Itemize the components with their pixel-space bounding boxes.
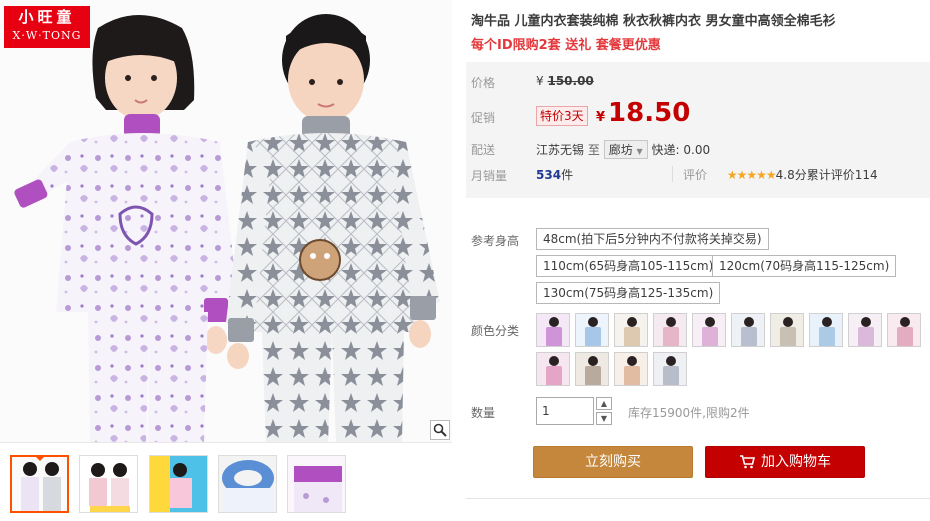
thumbnail-image	[150, 456, 207, 512]
swatch-image	[537, 314, 569, 346]
thumbnail-5[interactable]	[287, 455, 346, 513]
swatch-image	[615, 353, 647, 385]
shipping-fee: 快递: 0.00	[651, 143, 711, 157]
swatch-image	[849, 314, 881, 346]
size-option-130[interactable]: 130cm(75码身高125-135cm)	[536, 282, 721, 304]
color-swatch-4[interactable]	[653, 313, 687, 347]
brand-logo-cn: 小旺童	[18, 8, 76, 26]
zoom-button[interactable]	[430, 420, 450, 440]
color-swatch-10[interactable]	[887, 313, 921, 347]
swatch-image	[810, 314, 842, 346]
color-swatch-2[interactable]	[575, 313, 609, 347]
price-label: 价格	[471, 76, 496, 90]
brand-logo-en: X·W·TONG	[12, 29, 82, 42]
promo-price-value: 18.50	[608, 98, 691, 128]
thumbnail-2[interactable]	[79, 455, 138, 513]
color-swatch-14[interactable]	[653, 352, 687, 386]
thumbnail-strip	[0, 449, 452, 521]
color-swatch-6[interactable]	[731, 313, 765, 347]
thumbnail-image	[219, 456, 276, 512]
review-summary[interactable]: 评价 ★★★★★4.8分累计评价114	[683, 166, 878, 183]
original-price-value: 150.00	[547, 74, 594, 88]
swatch-image	[693, 314, 725, 346]
image-gallery: 小旺童 X·W·TONG	[0, 0, 452, 521]
product-subtitle: 每个ID限购2套 送礼 套餐更优惠	[471, 38, 661, 53]
size-option-48[interactable]: 48cm(拍下后5分钟内不付款将关掉交易)	[536, 228, 769, 250]
main-product-image[interactable]: 小旺童 X·W·TONG	[0, 0, 452, 443]
swatch-image	[888, 314, 920, 346]
sales-count: 534	[536, 168, 562, 182]
shipping-info: 江苏无锡 至 廊坊 ▼ 快递: 0.00	[536, 140, 710, 159]
promo-label: 促销	[471, 111, 496, 125]
sales-unit: 件	[561, 168, 574, 182]
swatch-image	[654, 353, 686, 385]
sales-label: 月销量	[471, 169, 508, 183]
original-price: ¥ 150.00	[536, 74, 594, 88]
color-swatch-3[interactable]	[614, 313, 648, 347]
color-swatch-7[interactable]	[770, 313, 804, 347]
thumbnail-image	[12, 457, 67, 511]
product-title: 淘牛品 儿童内衣套装纯棉 秋衣秋裤内衣 男女童中高领全棉毛衫	[471, 14, 836, 29]
destination-city: 廊坊	[608, 143, 633, 157]
color-swatch-9[interactable]	[848, 313, 882, 347]
shopping-cart-icon	[740, 455, 755, 469]
currency-symbol: ¥	[536, 74, 544, 88]
quantity-label: 数量	[471, 406, 496, 420]
add-to-cart-button[interactable]: 加入购物车	[705, 446, 865, 478]
review-label: 评价	[683, 168, 708, 182]
ship-from: 江苏无锡	[536, 143, 585, 157]
brand-logo: 小旺童 X·W·TONG	[4, 6, 90, 48]
color-swatch-12[interactable]	[575, 352, 609, 386]
divider	[466, 498, 930, 499]
swatch-image	[576, 353, 608, 385]
destination-select[interactable]: 廊坊 ▼	[603, 140, 648, 159]
thumbnail-image	[288, 456, 345, 512]
thumbnail-4[interactable]	[218, 455, 277, 513]
size-option-120[interactable]: 120cm(70码身高115-125cm)	[712, 255, 897, 277]
promo-currency-symbol: ¥	[596, 110, 606, 125]
swatch-image	[771, 314, 803, 346]
swatch-image	[654, 314, 686, 346]
chevron-down-icon: ▼	[636, 147, 643, 156]
ship-to-word: 至	[587, 143, 600, 157]
chevron-down-icon: ▼	[600, 414, 608, 423]
add-to-cart-label: 加入购物车	[761, 454, 831, 470]
thumbnail-image	[80, 456, 137, 512]
product-info-panel: 淘牛品 儿童内衣套装纯棉 秋衣秋裤内衣 男女童中高领全棉毛衫 每个ID限购2套 …	[466, 0, 930, 521]
promo-tag: 特价3天	[536, 106, 588, 126]
size-option-110[interactable]: 110cm(65码身高105-115cm)	[536, 255, 721, 277]
swatch-image	[537, 353, 569, 385]
stock-info: 库存15900件,限购2件	[628, 406, 750, 420]
shipping-label: 配送	[471, 143, 496, 157]
price-box: 价格 ¥ 150.00 促销 特价3天 ¥18.50 配送 江苏无锡 至 廊坊 …	[466, 62, 930, 198]
quantity-input[interactable]	[536, 397, 594, 425]
buy-now-label: 立刻购买	[585, 454, 641, 470]
color-swatch-11[interactable]	[536, 352, 570, 386]
thumbnail-1[interactable]	[10, 455, 69, 513]
quantity-decrease-button[interactable]: ▼	[596, 412, 612, 425]
color-swatch-5[interactable]	[692, 313, 726, 347]
quantity-increase-button[interactable]: ▲	[596, 397, 612, 410]
children-pajamas-photo	[0, 0, 452, 442]
monthly-sales: 534件	[536, 166, 573, 183]
buy-now-button[interactable]: 立刻购买	[533, 446, 693, 478]
review-score: 4.8分累计评价114	[775, 168, 878, 182]
color-swatch-8[interactable]	[809, 313, 843, 347]
swatch-image	[615, 314, 647, 346]
magnifier-icon	[433, 423, 447, 437]
swatch-image	[576, 314, 608, 346]
size-label: 参考身高	[471, 234, 520, 248]
chevron-up-icon: ▲	[600, 399, 608, 408]
rating-stars-icon: ★★★★★	[726, 168, 777, 182]
color-swatch-1[interactable]	[536, 313, 570, 347]
divider	[672, 166, 673, 182]
swatch-image	[732, 314, 764, 346]
promo-price: ¥18.50	[596, 98, 690, 128]
thumbnail-3[interactable]	[149, 455, 208, 513]
color-label: 颜色分类	[471, 324, 520, 338]
color-swatch-13[interactable]	[614, 352, 648, 386]
